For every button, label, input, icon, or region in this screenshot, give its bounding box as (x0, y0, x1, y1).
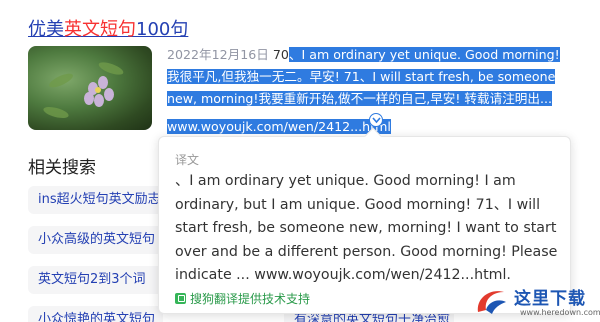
snippet-lead: 70 (268, 47, 289, 62)
result-date: 2022年12月16日 (167, 47, 269, 62)
related-searches-heading: 相关搜索 (28, 158, 96, 178)
related-item[interactable]: ins超火短句英文励志 (28, 186, 163, 214)
translate-toggle-icon[interactable] (369, 113, 383, 127)
related-item[interactable]: 小众高级的英文短句 (28, 226, 163, 254)
site-watermark: 这里下载 www.heredown.com (470, 282, 600, 322)
title-suffix: 100句 (136, 19, 189, 40)
watermark-name: 这里下载 (514, 289, 586, 309)
result-snippet: 2022年12月16日 70、I am ordinary yet unique.… (167, 44, 567, 138)
watermark-swirl-icon (477, 291, 506, 314)
title-highlight: 英文短句 (64, 19, 136, 40)
title-prefix: 优美 (28, 19, 64, 40)
watermark-url: www.heredown.com (520, 308, 600, 317)
related-item[interactable]: 小众惊艳的英文短句 (28, 306, 163, 322)
related-item[interactable]: 英文短句2到3个词 (28, 266, 163, 294)
result-thumbnail[interactable] (28, 46, 152, 130)
sogou-translate-icon (175, 293, 186, 304)
translation-provider[interactable]: 搜狗翻译提供技术支持 (175, 290, 310, 307)
translation-provider-label: 搜狗翻译提供技术支持 (190, 292, 311, 306)
translation-label: 译文 (175, 153, 200, 167)
result-title-link[interactable]: 优美英文短句100句 (28, 15, 188, 41)
translation-text: 、I am ordinary yet unique. Good morning!… (175, 173, 558, 283)
result-url[interactable]: www.woyoujk.com/wen/2412...html (167, 119, 391, 134)
